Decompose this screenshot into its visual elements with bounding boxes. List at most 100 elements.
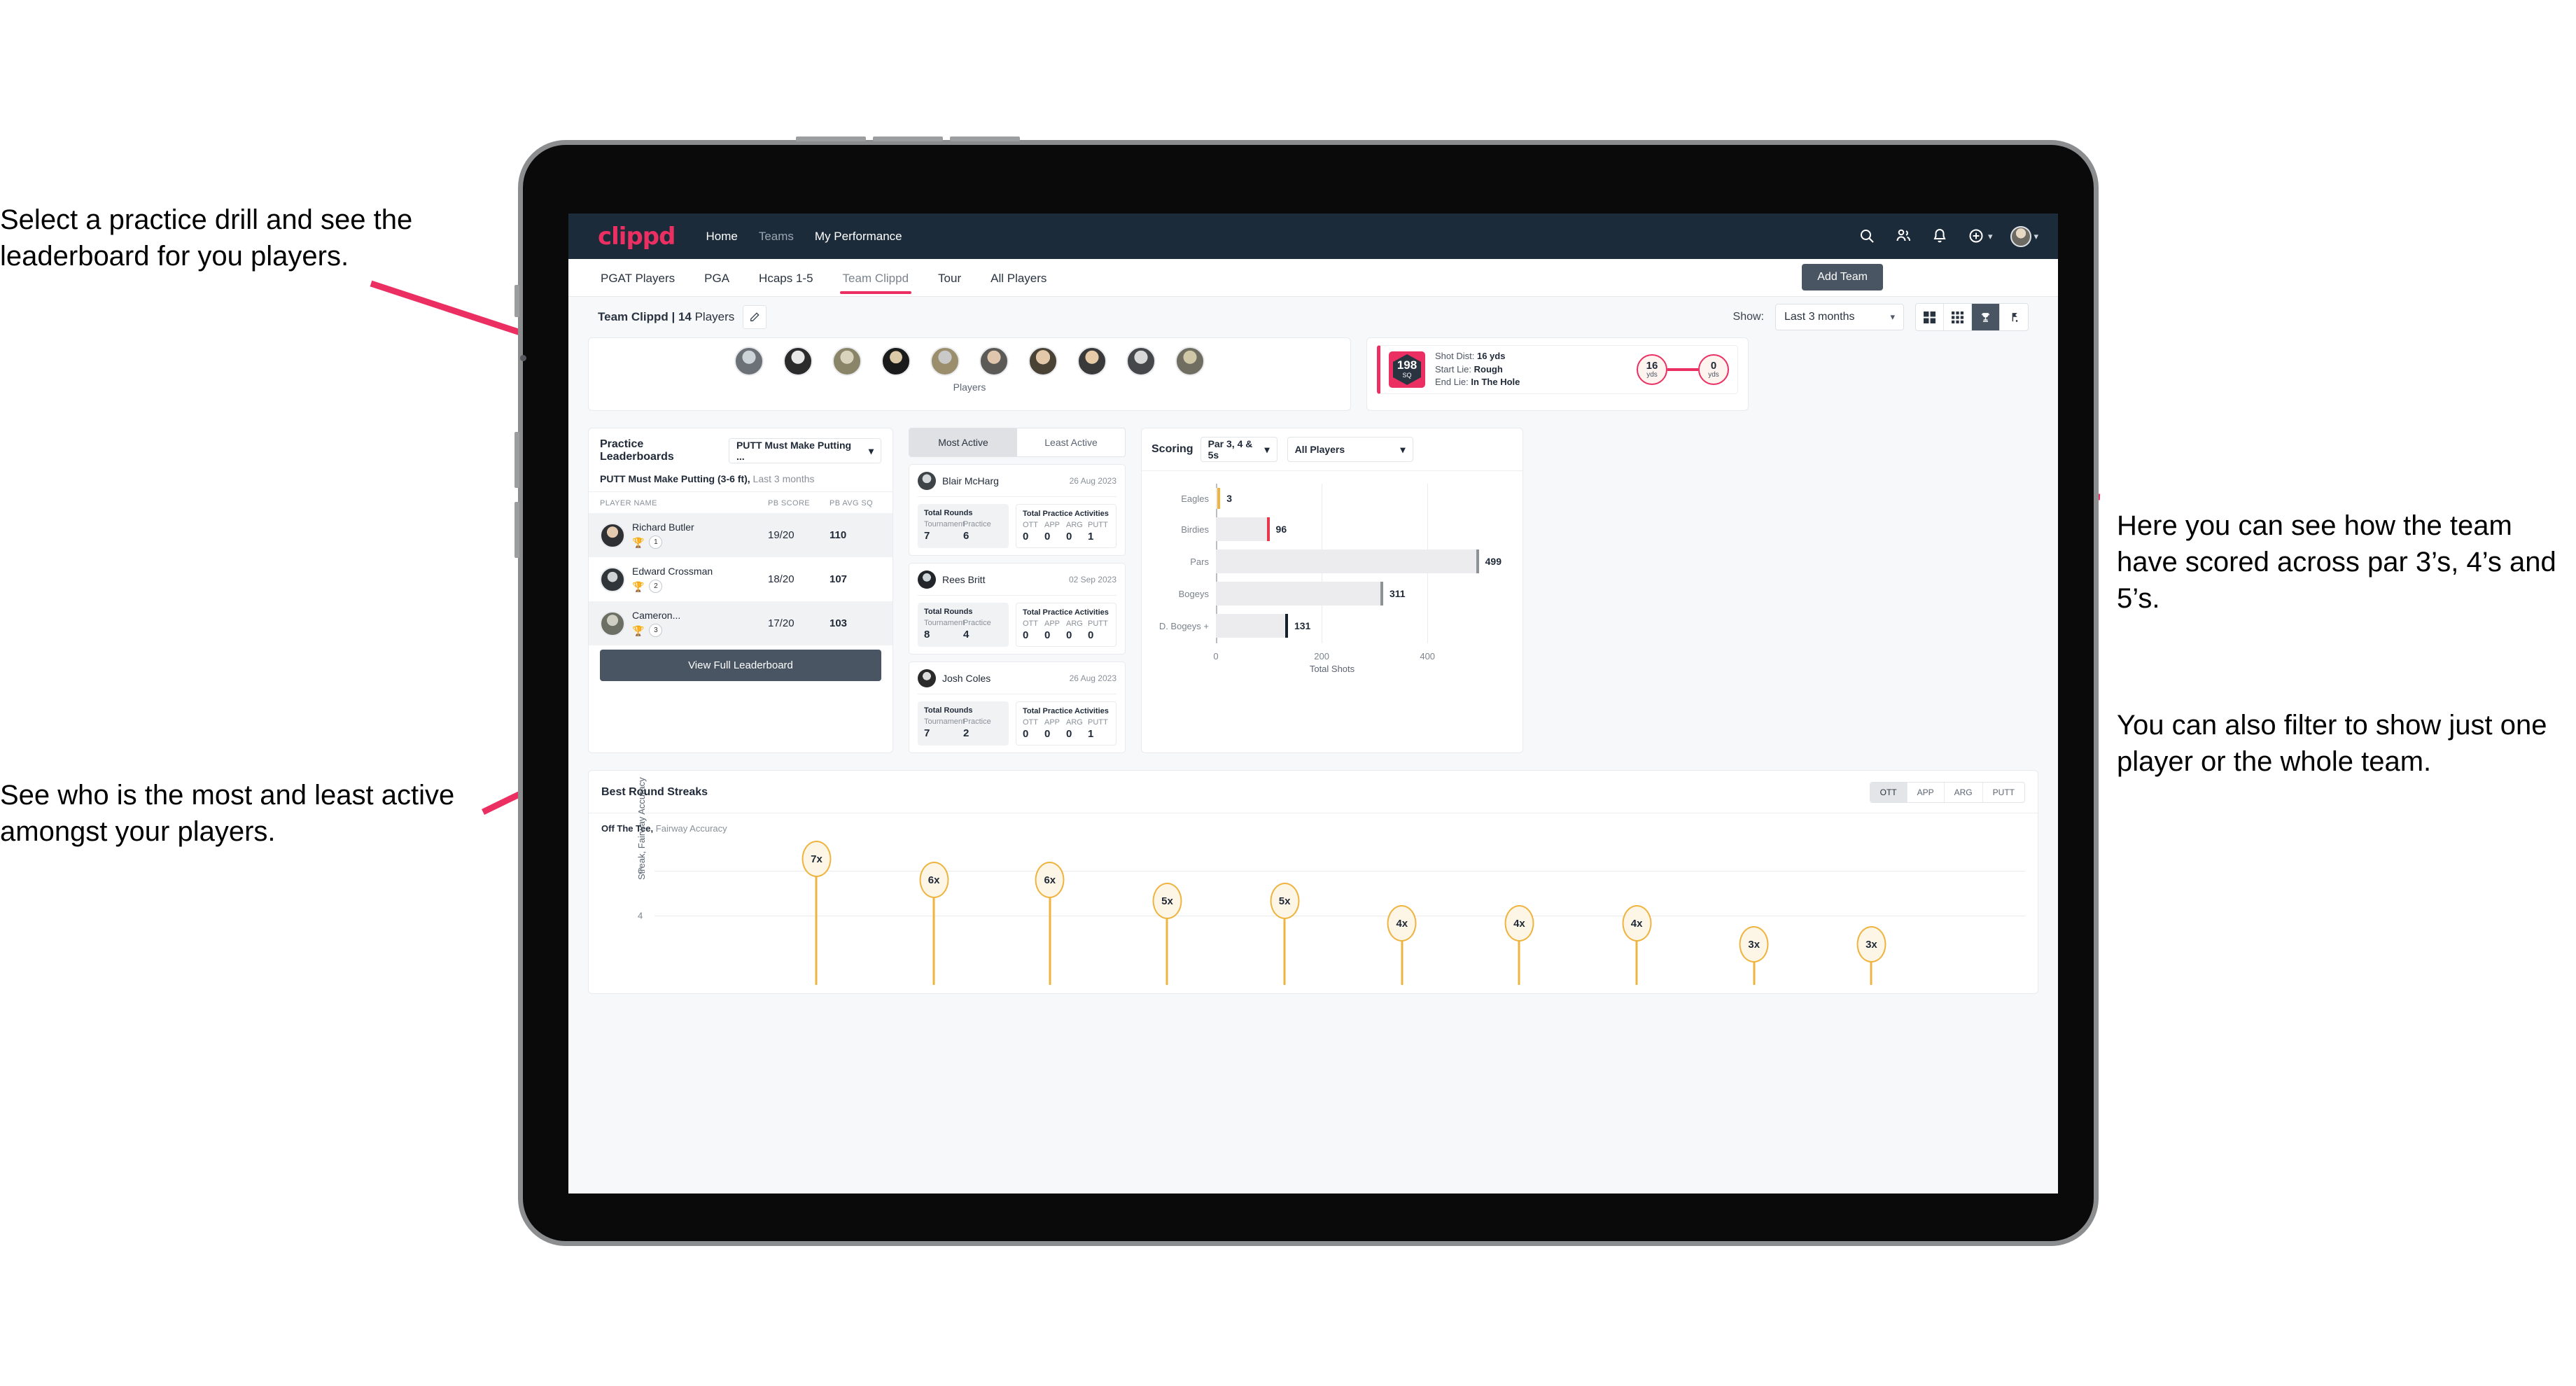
- avatar[interactable]: [1175, 346, 1205, 376]
- player-name: Josh Coles: [942, 673, 991, 684]
- rank-pill: 3: [649, 624, 663, 637]
- edit-team-button[interactable]: [743, 305, 767, 329]
- streaks-tab-app[interactable]: APP: [1907, 783, 1945, 802]
- tab-hcaps-1-5[interactable]: Hcaps 1-5: [756, 262, 816, 294]
- streak-lollipop[interactable]: 6x: [919, 862, 949, 985]
- drill-select[interactable]: PUTT Must Make Putting ... ▾: [728, 438, 881, 463]
- header-tournament: Tournament: [924, 718, 965, 726]
- chevron-down-icon: ▾: [1400, 443, 1406, 455]
- add-menu[interactable]: ▾: [1968, 227, 1993, 246]
- tab-team-clippd[interactable]: Team Clippd: [839, 262, 912, 294]
- search-icon[interactable]: [1858, 227, 1877, 246]
- nav-item-home[interactable]: Home: [706, 230, 737, 244]
- streak-lollipop[interactable]: 4x: [1622, 905, 1652, 985]
- streaks-subtitle: Off The Tee, Fairway Accuracy: [589, 813, 2038, 834]
- plus-circle-icon[interactable]: [1968, 227, 1986, 246]
- nav-item-teams[interactable]: Teams: [759, 230, 794, 244]
- x-tick-0: 0: [1213, 651, 1219, 662]
- tab-least-active[interactable]: Least Active: [1017, 428, 1125, 456]
- tab-pgat-players[interactable]: PGAT Players: [598, 262, 678, 294]
- table-row[interactable]: Edward Crossman 🏆 2 18/20 107: [589, 557, 892, 601]
- best-round-streaks-card: Best Round Streaks OTT APP ARG PUTT Off …: [588, 770, 2038, 994]
- avatar[interactable]: [979, 346, 1009, 376]
- avatar[interactable]: [881, 346, 911, 376]
- shot-start-value: 16: [1646, 360, 1658, 372]
- people-icon[interactable]: [1895, 227, 1913, 246]
- avatar[interactable]: [1028, 346, 1058, 376]
- clippd-logo[interactable]: clippd: [598, 223, 676, 251]
- streaks-tab-arg[interactable]: ARG: [1945, 783, 1983, 802]
- tab-all-players[interactable]: All Players: [988, 262, 1049, 294]
- header-arg: ARG: [1066, 521, 1083, 529]
- grid-small-view-button[interactable]: [1944, 304, 1972, 330]
- streak-value-pill: 6x: [1035, 862, 1065, 898]
- streak-lollipop[interactable]: 4x: [1504, 905, 1534, 985]
- avatar[interactable]: [1126, 346, 1156, 376]
- streak-lollipop[interactable]: 4x: [1387, 905, 1417, 985]
- streak-value-pill: 6x: [919, 862, 949, 898]
- table-row[interactable]: Cameron... 🏆 3 17/20 103: [589, 601, 892, 645]
- avatar: [918, 570, 936, 589]
- header-app: APP: [1044, 521, 1060, 529]
- golf-flag-view-button[interactable]: [2000, 304, 2028, 330]
- tab-pga[interactable]: PGA: [701, 262, 732, 294]
- user-avatar[interactable]: [2010, 225, 2032, 247]
- view-full-leaderboard-button[interactable]: View Full Leaderboard: [600, 650, 881, 681]
- streak-value-pill: 4x: [1504, 905, 1534, 941]
- activity-card[interactable]: Rees Britt 02 Sep 2023 Total Rounds Tour…: [909, 563, 1126, 654]
- bar-category-label: Pars: [1190, 556, 1209, 567]
- avatar: [600, 610, 625, 636]
- account-menu[interactable]: ▾: [2010, 225, 2038, 247]
- bar-fill: [1216, 614, 1285, 638]
- shot-distance-diagram: 16 yds 0 yds: [1637, 354, 1729, 385]
- streaks-tab-ott[interactable]: OTT: [1870, 783, 1907, 802]
- bar-eagles: Eagles 3: [1181, 488, 1502, 509]
- streak-lollipop[interactable]: 3x: [1739, 926, 1769, 985]
- pb-avg-sq: 103: [830, 617, 848, 629]
- streak-lollipop[interactable]: 5x: [1152, 883, 1182, 985]
- table-row[interactable]: Richard Butler 🏆 1 19/20 110: [589, 513, 892, 557]
- bar-fill: [1216, 550, 1476, 573]
- nav-item-my-performance[interactable]: My Performance: [815, 230, 902, 244]
- show-range-select[interactable]: Last 3 months ▾: [1775, 304, 1904, 330]
- total-rounds-box: Total Rounds Tournament Practice 7 2: [918, 701, 1009, 746]
- streak-lollipop[interactable]: 5x: [1270, 883, 1300, 985]
- total-practice-title: Total Practice Activities: [1023, 608, 1109, 617]
- streak-value-pill: 4x: [1387, 905, 1417, 941]
- avatar[interactable]: [930, 346, 960, 376]
- avatar[interactable]: [832, 346, 862, 376]
- show-label: Show:: [1732, 311, 1764, 323]
- value-tournament: 8: [924, 629, 930, 640]
- grid-large-view-button[interactable]: [1916, 304, 1944, 330]
- player-filter-select[interactable]: All Players ▾: [1287, 437, 1413, 462]
- streak-lollipop[interactable]: 3x: [1856, 926, 1886, 985]
- top-navbar: clippd Home Teams My Performance ▾ ▾: [568, 214, 2058, 259]
- par-filter-select[interactable]: Par 3, 4 & 5s ▾: [1200, 437, 1278, 462]
- streak-lollipop[interactable]: 7x: [802, 841, 832, 985]
- header-ott: OTT: [1023, 718, 1038, 727]
- activity-card[interactable]: Blair McHarg 26 Aug 2023 Total Rounds To…: [909, 464, 1126, 556]
- chevron-down-icon: ▾: [1987, 230, 1993, 241]
- avatar[interactable]: [1077, 346, 1107, 376]
- avatar: [600, 566, 625, 592]
- bar-birdies: Birdies 96: [1181, 517, 1502, 541]
- streak-lollipop[interactable]: 6x: [1035, 862, 1065, 985]
- notification-bell-icon[interactable]: [1931, 227, 1949, 246]
- trophy-view-button[interactable]: [1972, 304, 2000, 330]
- streaks-tab-putt[interactable]: PUTT: [1983, 783, 2024, 802]
- add-team-button[interactable]: Add Team: [1802, 264, 1883, 290]
- tab-tour[interactable]: Tour: [935, 262, 964, 294]
- drill-range: Last 3 months: [750, 473, 815, 484]
- shot-quality-badge: 198 SQ: [1389, 351, 1425, 388]
- trophy-icon: 🏆: [632, 580, 645, 592]
- activity-card[interactable]: Josh Coles 26 Aug 2023 Total Rounds Tour…: [909, 662, 1126, 753]
- tab-most-active[interactable]: Most Active: [909, 428, 1017, 456]
- avatar[interactable]: [783, 346, 813, 376]
- pb-avg-sq: 110: [830, 529, 847, 541]
- y-tick-6: 6: [638, 865, 643, 876]
- player-name: Cameron...: [632, 610, 681, 621]
- bar-category-label: Bogeys: [1178, 588, 1209, 599]
- practice-values: 0 0 0 1: [1023, 531, 1110, 542]
- avatar[interactable]: [734, 346, 764, 376]
- scoring-bar-chart: Eagles 3 Birdies 96 Pars 499 Bogeys 311 …: [1142, 471, 1522, 681]
